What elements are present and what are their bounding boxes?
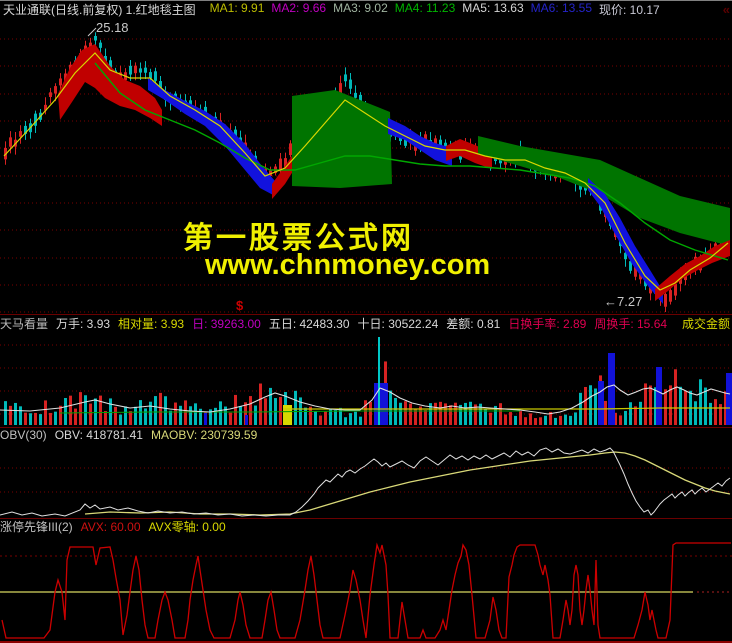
header-field: 周换手: 15.64 xyxy=(594,317,668,331)
header-field: MA3: 9.02 xyxy=(333,1,388,15)
header-field: AVX零轴: 0.00 xyxy=(148,520,226,534)
watermark-site-url: www.chnmoney.com xyxy=(205,249,491,281)
header-field: OBV(30) xyxy=(0,428,47,442)
header-field: MA6: 13.55 xyxy=(530,1,593,15)
ma-values: MA1: 9.91 MA2: 9.66 MA3: 9.02 MA4: 11.23 MA5… xyxy=(210,1,667,18)
header-field: 十日: 30522.24 xyxy=(357,317,439,331)
header-field: 日: 39263.00 xyxy=(192,317,261,331)
avx-chart-canvas xyxy=(0,542,732,639)
title-bar: 天业通联(日线.前复权) 1.红地毯主图 MA1: 9.91 MA2: 9.66 M… xyxy=(0,0,732,18)
header-field: 五日: 42483.30 xyxy=(268,317,350,331)
chart-title: 天业通联(日线.前复权) 1.红地毯主图 xyxy=(3,3,196,17)
obv-chart-canvas xyxy=(0,447,732,517)
header-field: MA1: 9.91 xyxy=(209,1,265,15)
volume-indicator-header: 天马看量 万手: 3.93 相对量: 3.93 日: 39263.00 五日: 4248… xyxy=(0,314,732,332)
header-field: 涨停先锋III(2) xyxy=(0,520,73,534)
header-field: MAOBV: 230739.59 xyxy=(150,428,258,442)
main-candlestick-chart[interactable]: 第一股票公式网 www.chnmoney.com 25.18 ←7.27 $ xyxy=(0,18,732,314)
header-field: 日换手率: 2.89 xyxy=(508,317,587,331)
avx-indicator-header: 涨停先锋III(2) AVX: 60.00 AVX零轴: 0.00 xyxy=(0,518,732,534)
peak-price-label: 25.18 xyxy=(96,20,129,35)
dollar-marker-icon: $ xyxy=(236,298,244,313)
volume-panel[interactable] xyxy=(0,332,732,427)
avx-panel[interactable] xyxy=(0,534,732,641)
header-field: 相对量: 3.93 xyxy=(118,317,185,331)
header-field: AVX: 60.00 xyxy=(80,519,141,534)
stock-app-window: 天业通联(日线.前复权) 1.红地毯主图 MA1: 9.91 MA2: 9.66 M… xyxy=(0,0,732,643)
header-field: 万手: 3.93 xyxy=(56,317,111,331)
obv-indicator-header: OBV(30) OBV: 418781.41 MAOBV: 230739.59 xyxy=(0,427,732,442)
header-field: OBV: 418781.41 xyxy=(54,428,143,442)
trough-price-label: ←7.27 xyxy=(604,294,643,309)
header-field: 现价: 10.17 xyxy=(599,3,660,17)
header-field: MA5: 13.63 xyxy=(462,1,524,15)
header-field: 差额: 0.81 xyxy=(446,317,501,331)
header-field: 成交金额 xyxy=(681,317,730,331)
volume-chart-canvas xyxy=(0,337,732,425)
header-field: MA4: 11.23 xyxy=(394,1,456,15)
header-field: MA2: 9.66 xyxy=(271,1,327,15)
collapse-arrow-icon[interactable]: « xyxy=(723,2,730,17)
header-field: 天马看量 xyxy=(0,317,49,331)
obv-panel[interactable] xyxy=(0,442,732,518)
